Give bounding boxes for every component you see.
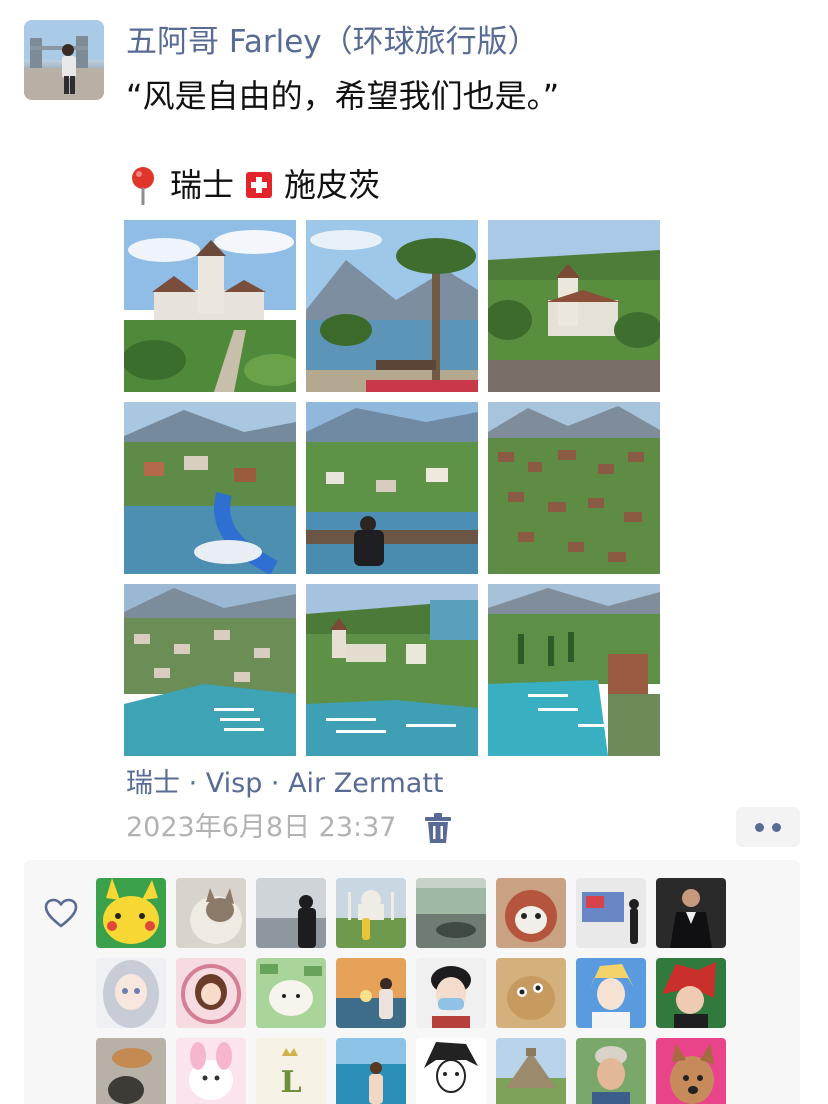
liker-avatar-silhouette[interactable] (256, 878, 326, 948)
location-line: 瑞士 施皮茨 (126, 162, 380, 208)
liker-avatar-cartoon-girl[interactable] (176, 958, 246, 1028)
location-town: 施皮茨 (284, 166, 381, 204)
liker-avatar-cat-shadow[interactable] (96, 1038, 166, 1104)
liker-avatar-plush-cat[interactable] (496, 878, 566, 948)
liker-avatar-manga[interactable] (416, 1038, 486, 1104)
liker-avatar-anime-blond[interactable] (576, 958, 646, 1028)
svg-text:L: L (280, 1065, 301, 1100)
liker-avatar-money-cat[interactable] (256, 958, 326, 1028)
photo-village-aerial[interactable] (488, 402, 660, 574)
photo-village-waterslide[interactable] (124, 402, 296, 574)
location-country: 瑞士 (170, 166, 235, 204)
liker-avatar-anime-girl[interactable] (96, 958, 166, 1028)
liker-avatar-masked-boy[interactable] (416, 958, 486, 1028)
liker-avatar-bear-toy[interactable] (496, 958, 566, 1028)
liker-avatar-letter[interactable]: L (256, 1038, 326, 1104)
liked-by-avatars: L (96, 878, 726, 1104)
author-avatar-image (24, 20, 104, 100)
map-pin-icon (132, 167, 154, 205)
more-dot (772, 822, 781, 832)
liker-avatar-anime-red[interactable] (656, 958, 726, 1028)
liker-avatar-gallery[interactable] (576, 878, 646, 948)
author-avatar[interactable] (24, 20, 104, 100)
photo-palm-lakeside[interactable] (306, 220, 478, 392)
liker-avatar-sunset[interactable] (336, 958, 406, 1028)
liker-avatar-sea-girl[interactable] (336, 1038, 406, 1104)
photo-person-on-bench[interactable] (306, 402, 478, 574)
place-link[interactable]: 瑞士 · Visp · Air Zermatt (126, 764, 444, 804)
more-dots-button[interactable] (736, 807, 800, 847)
photo-castle-harbor[interactable] (306, 584, 478, 756)
liker-avatar-cat[interactable] (176, 878, 246, 948)
liker-avatar-pyramid[interactable] (496, 1038, 566, 1104)
swiss-flag-icon (246, 172, 273, 198)
more-dot (755, 822, 764, 832)
liker-avatar-suit[interactable] (656, 878, 726, 948)
photo-harbor-aerial-1[interactable] (124, 584, 296, 756)
liker-avatar-dog[interactable] (656, 1038, 726, 1104)
trash-icon[interactable] (424, 812, 452, 844)
author-name[interactable]: 五阿哥 Farley（环球旅行版） (126, 20, 539, 64)
timestamp: 2023年6月8日 23:37 (126, 812, 397, 843)
liker-avatar-taj-mahal[interactable] (336, 878, 406, 948)
photo-castle-aerial[interactable] (488, 220, 660, 392)
liker-avatar-car-window[interactable] (416, 878, 486, 948)
heart-icon (44, 898, 78, 928)
post-text: “风是自由的，希望我们也是。” (126, 77, 560, 115)
liker-avatar-pink-bunny[interactable] (176, 1038, 246, 1104)
photo-castle-garden[interactable] (124, 220, 296, 392)
photo-harbor-aerial-2[interactable] (488, 584, 660, 756)
liker-avatar-pikachu[interactable] (96, 878, 166, 948)
liker-avatar-smiling-man[interactable] (576, 1038, 646, 1104)
photo-grid (124, 220, 660, 756)
